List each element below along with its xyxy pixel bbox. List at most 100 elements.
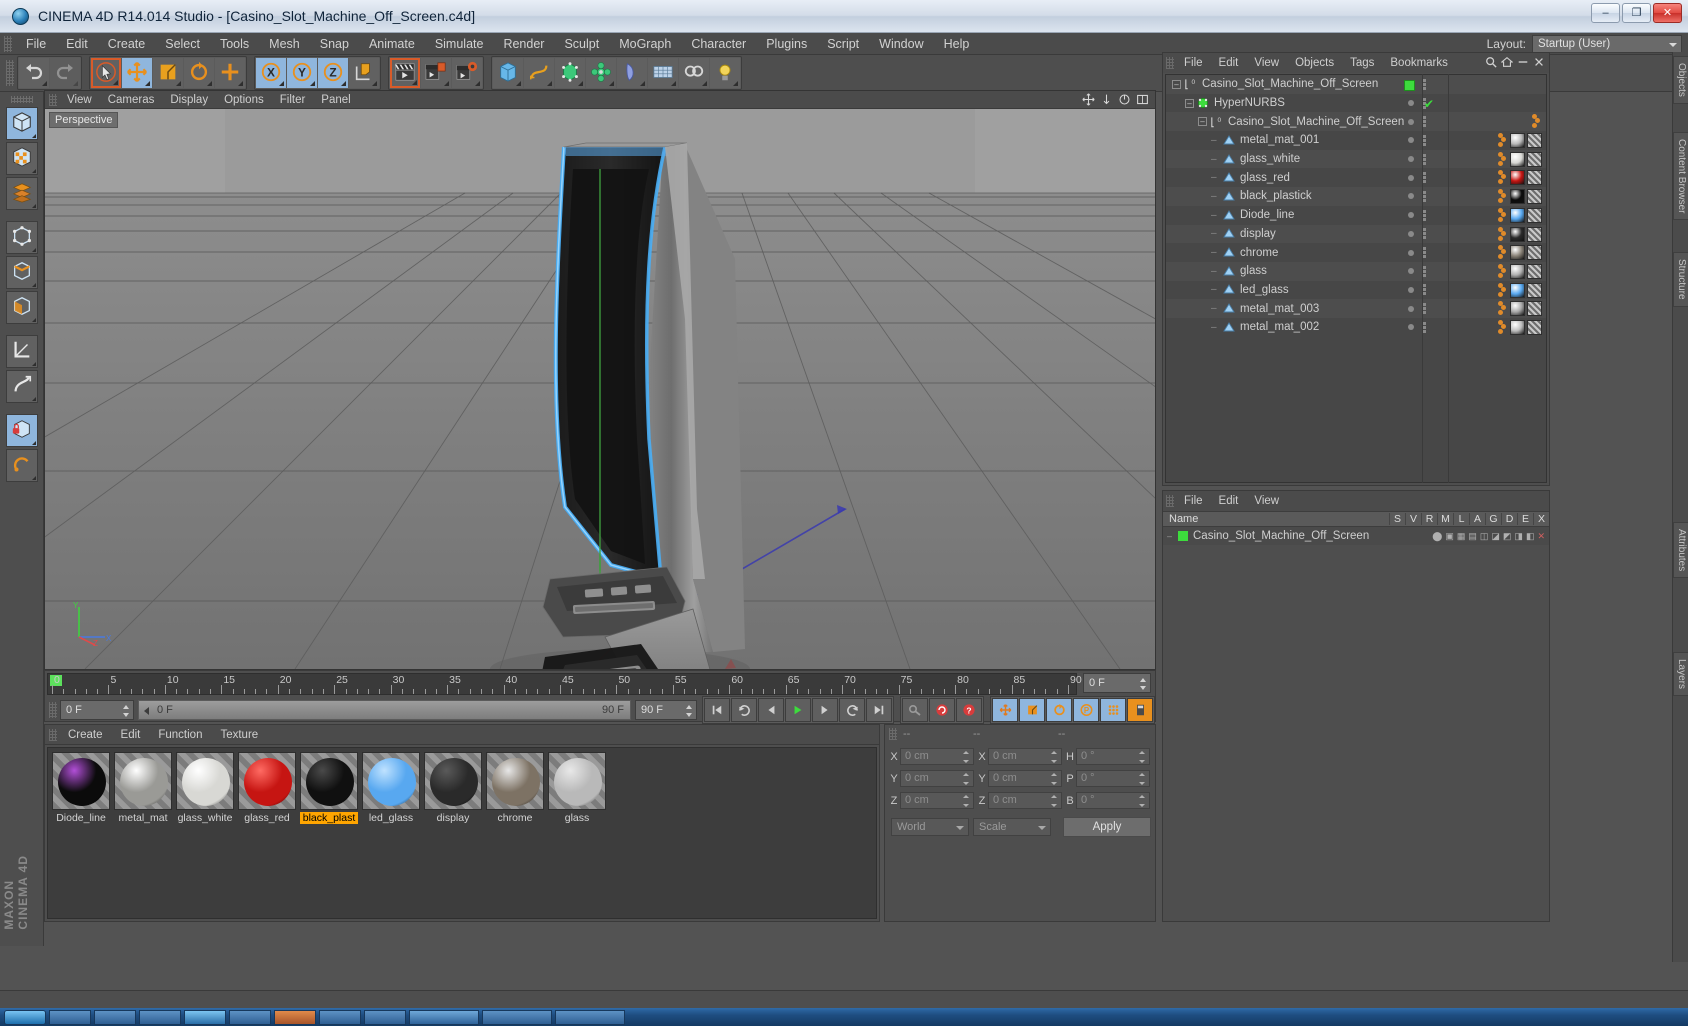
nurbs-button[interactable] bbox=[555, 58, 585, 88]
object-row[interactable]: –HyperNURBS✔ bbox=[1166, 94, 1546, 113]
add-tool-button[interactable] bbox=[215, 58, 245, 88]
taskbar-item[interactable] bbox=[229, 1010, 271, 1025]
timeline-grip[interactable] bbox=[49, 702, 57, 718]
texture-tag-icon[interactable] bbox=[1527, 320, 1542, 335]
menu-item-sculpt[interactable]: Sculpt bbox=[554, 33, 609, 55]
taskbar-item[interactable] bbox=[482, 1010, 552, 1025]
object-visibility-dots[interactable] bbox=[1408, 262, 1426, 281]
object-menu-item-bookmarks[interactable]: Bookmarks bbox=[1382, 53, 1456, 73]
object-tag-strip[interactable] bbox=[1496, 244, 1542, 261]
viewport-menu-item-filter[interactable]: Filter bbox=[272, 91, 314, 109]
menu-item-character[interactable]: Character bbox=[681, 33, 756, 55]
size-z-spinner[interactable] bbox=[1051, 795, 1058, 807]
position-x-spinner[interactable] bbox=[963, 751, 970, 763]
material-tag-icon[interactable] bbox=[1510, 208, 1525, 223]
layer-toggle-icon[interactable]: ◫ bbox=[1480, 531, 1489, 542]
coordinate-grip[interactable] bbox=[889, 728, 897, 740]
move-viewport-icon[interactable] bbox=[1082, 93, 1095, 106]
taskbar-item[interactable] bbox=[409, 1010, 479, 1025]
taskbar-item[interactable] bbox=[555, 1010, 625, 1025]
magnet-button[interactable] bbox=[6, 370, 38, 403]
taskbar-item[interactable] bbox=[319, 1010, 361, 1025]
menu-item-plugins[interactable]: Plugins bbox=[756, 33, 817, 55]
position-z-field[interactable]: 0 cm bbox=[900, 792, 974, 809]
texture-tag-icon[interactable] bbox=[1527, 245, 1542, 260]
record-pla-button[interactable] bbox=[1100, 698, 1126, 722]
layer-toggle-icon[interactable]: ◪ bbox=[1491, 531, 1500, 542]
size-y-field[interactable]: 0 cm bbox=[988, 770, 1062, 787]
object-visibility-dots[interactable] bbox=[1408, 168, 1426, 187]
collapse-icon[interactable] bbox=[1517, 56, 1529, 68]
material-name[interactable]: metal_mat bbox=[114, 812, 172, 824]
side-tab-layers[interactable]: Layers bbox=[1673, 652, 1688, 696]
object-tag-strip[interactable] bbox=[1496, 151, 1542, 168]
rotation-h-field[interactable]: 0 ° bbox=[1076, 748, 1150, 765]
rotation-b-field[interactable]: 0 ° bbox=[1076, 792, 1150, 809]
material-preview[interactable] bbox=[424, 752, 482, 810]
texture-tag-icon[interactable] bbox=[1527, 189, 1542, 204]
current-frame-field[interactable]: 0 F bbox=[1083, 673, 1151, 693]
material-preview[interactable] bbox=[114, 752, 172, 810]
material-tag-icon[interactable] bbox=[1510, 170, 1525, 185]
lock-x-axis-button[interactable]: X bbox=[256, 58, 286, 88]
side-tab-attributes[interactable]: Attributes bbox=[1673, 522, 1688, 578]
keyframe-selection-button[interactable] bbox=[1127, 698, 1153, 722]
layer-expand[interactable]: – bbox=[1167, 531, 1176, 541]
menu-item-help[interactable]: Help bbox=[934, 33, 980, 55]
object-tag-strip[interactable] bbox=[1496, 207, 1542, 224]
object-row[interactable]: –Diode_line bbox=[1166, 206, 1546, 225]
perspective-viewport[interactable]: ViewCamerasDisplayOptionsFilterPanel Per… bbox=[44, 90, 1156, 670]
close-button[interactable]: ✕ bbox=[1653, 3, 1682, 23]
object-menu-item-file[interactable]: File bbox=[1176, 53, 1211, 73]
taskbar-item[interactable] bbox=[364, 1010, 406, 1025]
object-row[interactable]: –0Casino_Slot_Machine_Off_Screen bbox=[1166, 75, 1546, 94]
object-visibility-dots[interactable] bbox=[1408, 150, 1426, 169]
material-cell[interactable]: display bbox=[424, 752, 484, 824]
object-row[interactable]: –glass_white bbox=[1166, 150, 1546, 169]
position-y-field[interactable]: 0 cm bbox=[900, 770, 974, 787]
menu-item-window[interactable]: Window bbox=[869, 33, 933, 55]
layer-toggles[interactable]: ⬤▣▦▤◫◪◩◨◧✕ bbox=[1432, 531, 1549, 542]
viewport-menu-item-options[interactable]: Options bbox=[216, 91, 272, 109]
texture-tag-icon[interactable] bbox=[1527, 133, 1542, 148]
object-tag-strip[interactable] bbox=[1496, 319, 1542, 336]
world-object-coord-button[interactable] bbox=[349, 58, 379, 88]
material-menu-item-edit[interactable]: Edit bbox=[112, 725, 150, 745]
move-tool-button[interactable] bbox=[122, 58, 152, 88]
viewport-menu-item-view[interactable]: View bbox=[59, 91, 100, 109]
object-visibility-dots[interactable] bbox=[1408, 281, 1426, 300]
material-cell[interactable]: glass_white bbox=[176, 752, 236, 824]
rotation-p-spinner[interactable] bbox=[1139, 773, 1146, 785]
material-preview[interactable] bbox=[238, 752, 296, 810]
object-row[interactable]: –display bbox=[1166, 225, 1546, 244]
texture-tag-icon[interactable] bbox=[1527, 208, 1542, 223]
menu-grip[interactable] bbox=[4, 36, 12, 52]
snap-button[interactable] bbox=[6, 449, 38, 482]
lock-y-axis-button[interactable]: Y bbox=[287, 58, 317, 88]
size-x-spinner[interactable] bbox=[1051, 751, 1058, 763]
lock-axis-button[interactable] bbox=[6, 414, 38, 447]
material-cell[interactable]: Diode_line bbox=[52, 752, 112, 824]
material-preview[interactable] bbox=[52, 752, 110, 810]
autokey-button[interactable] bbox=[902, 698, 928, 722]
object-row[interactable]: –black_plastick bbox=[1166, 187, 1546, 206]
taskbar-item[interactable] bbox=[49, 1010, 91, 1025]
environment-button[interactable] bbox=[648, 58, 678, 88]
layer-toggle-icon[interactable]: ▤ bbox=[1468, 531, 1477, 542]
material-cell[interactable]: glass bbox=[548, 752, 608, 824]
expand-toggle[interactable]: – bbox=[1172, 80, 1181, 89]
layout-select[interactable]: Startup (User) bbox=[1532, 35, 1682, 53]
size-mode-select[interactable]: Scale bbox=[973, 818, 1051, 836]
material-tag-icon[interactable] bbox=[1510, 152, 1525, 167]
object-tree[interactable]: –0Casino_Slot_Machine_Off_Screen–HyperNU… bbox=[1165, 74, 1547, 483]
texture-tag-icon[interactable] bbox=[1527, 227, 1542, 242]
taskbar-item[interactable] bbox=[184, 1010, 226, 1025]
select-tool-button[interactable] bbox=[91, 58, 121, 88]
playback-range-bar[interactable]: 0 F 90 F bbox=[138, 700, 631, 720]
object-tag-strip[interactable] bbox=[1496, 282, 1542, 299]
array-button[interactable] bbox=[586, 58, 616, 88]
record-position-button[interactable] bbox=[992, 698, 1018, 722]
apply-button[interactable]: Apply bbox=[1063, 817, 1151, 837]
menu-item-mograph[interactable]: MoGraph bbox=[609, 33, 681, 55]
material-tag-icon[interactable] bbox=[1510, 264, 1525, 279]
